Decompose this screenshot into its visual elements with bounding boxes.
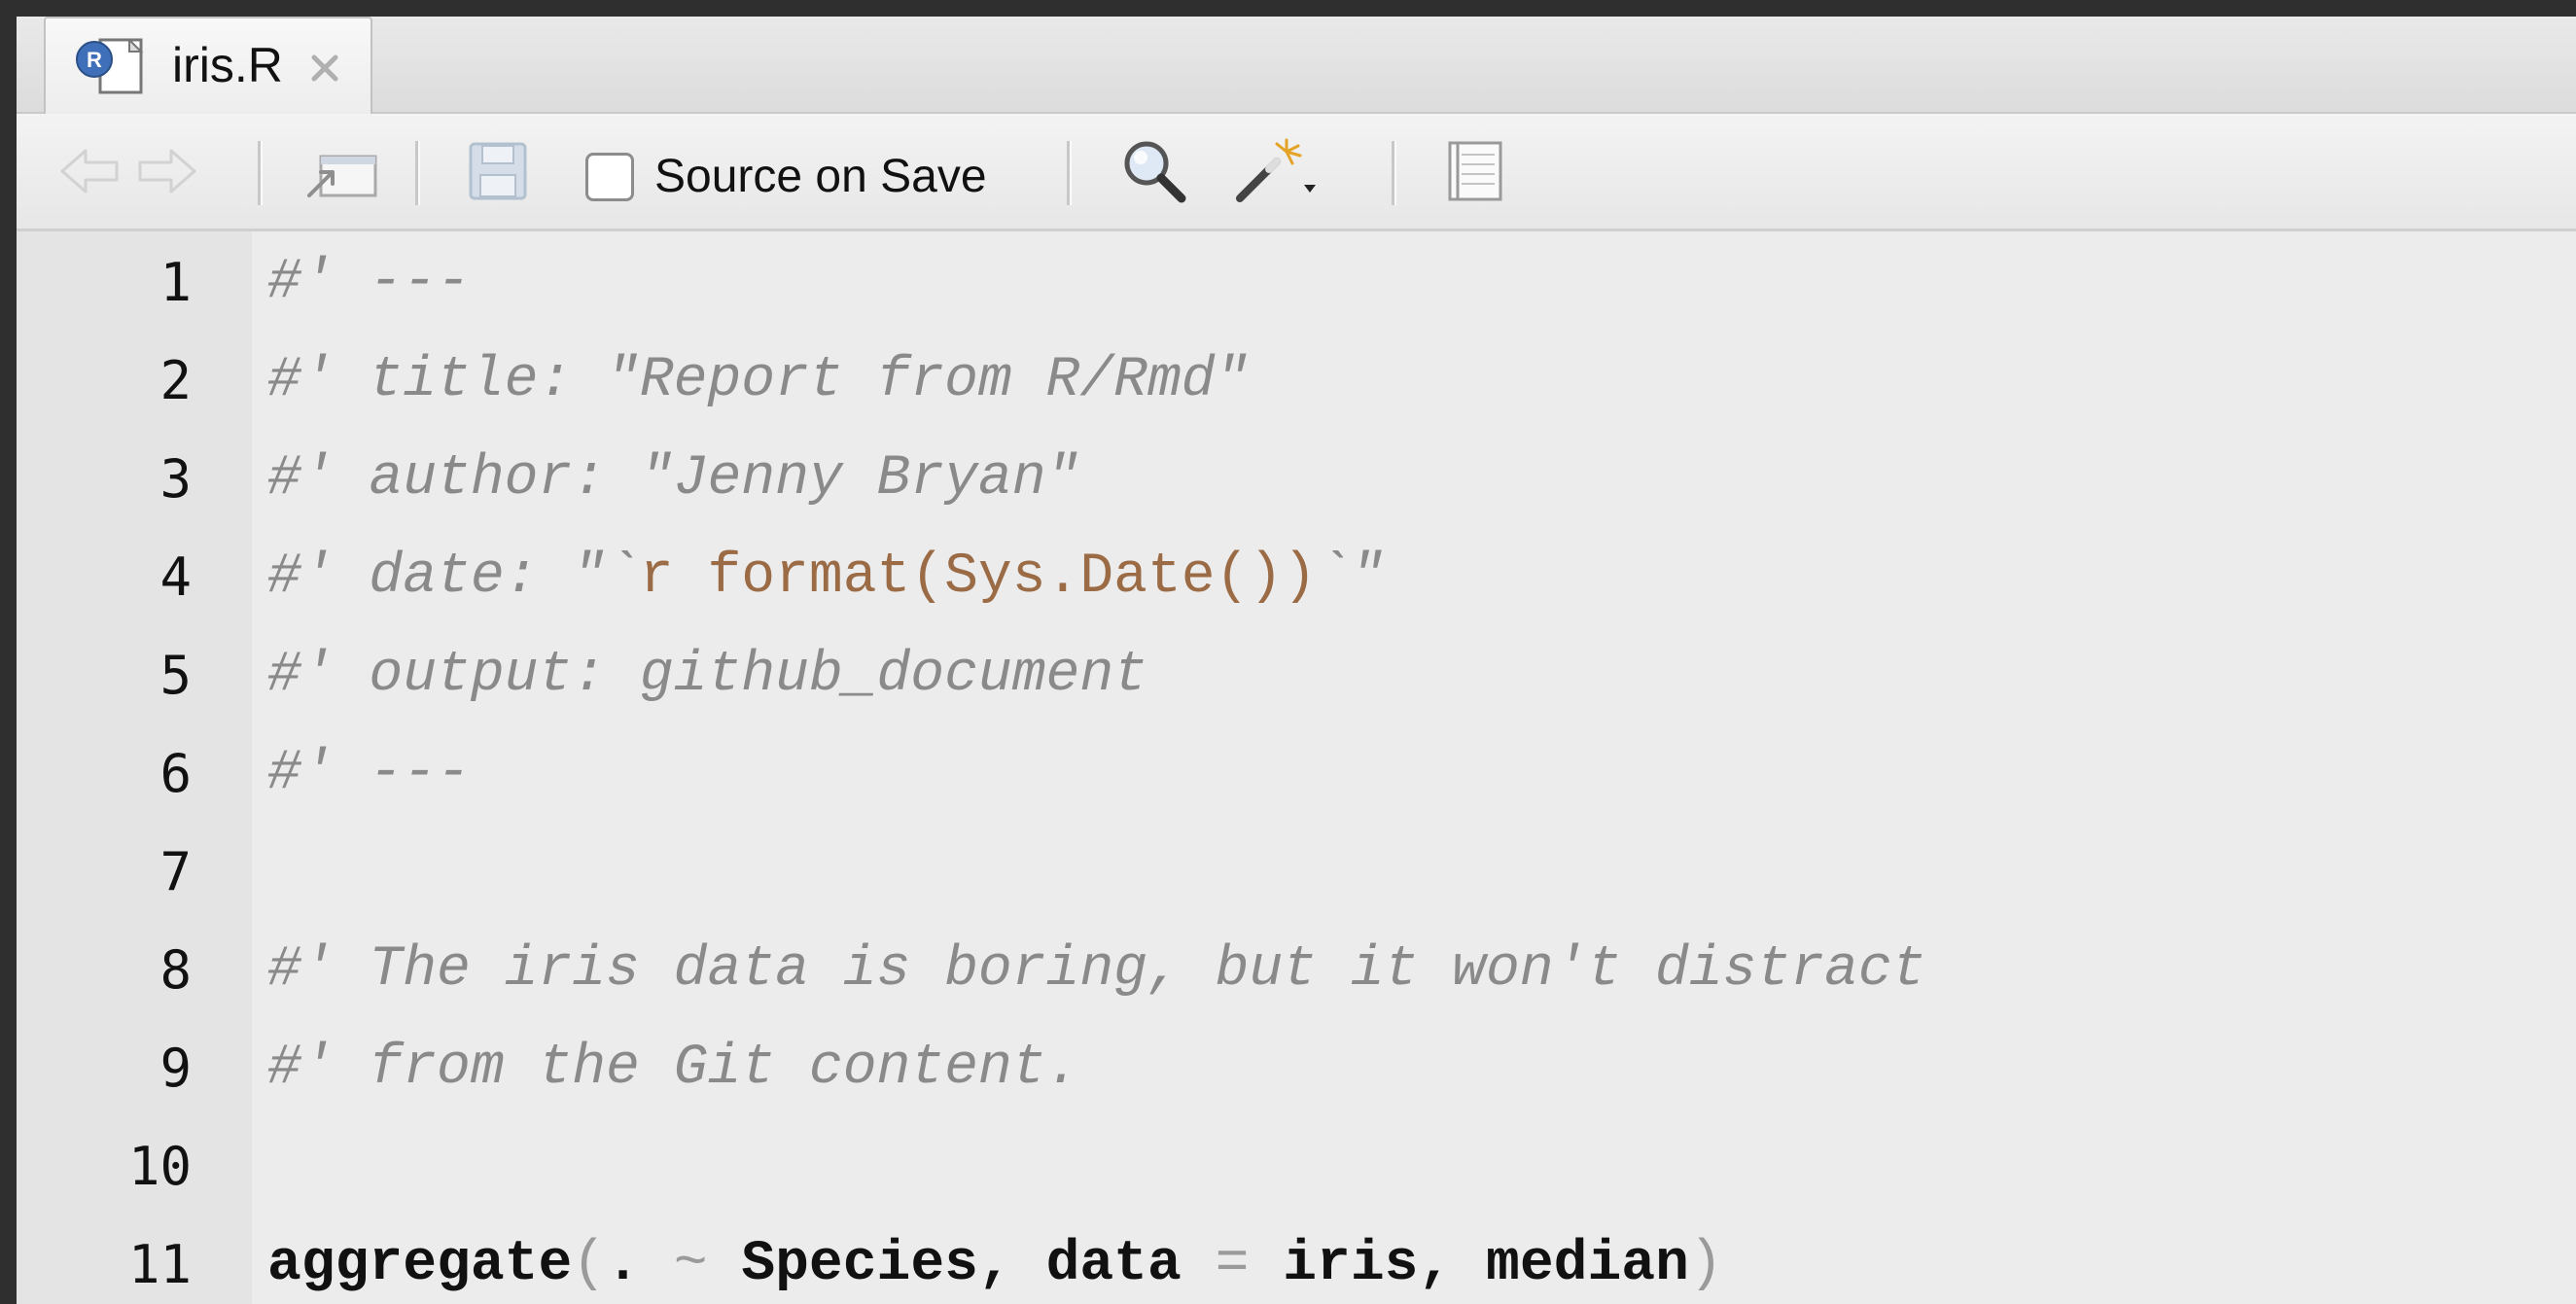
- code-token-fn: iris, median: [1249, 1233, 1689, 1296]
- code-line[interactable]: 8 #' The iris data is boring, but it won'…: [17, 921, 2576, 1019]
- code-token-comment: #' The iris data is boring, but it won't…: [267, 938, 1926, 1002]
- popout-icon: [307, 155, 377, 197]
- code-line[interactable]: 11 aggregate(. ~ Species, data = iris, me…: [17, 1216, 2576, 1304]
- tab-iris-r[interactable]: R iris.R: [44, 17, 372, 114]
- line-code: #' ---: [267, 233, 471, 332]
- code-token-comment: #' ---: [267, 251, 471, 314]
- code-line[interactable]: 4 #' date: "`r format(Sys.Date())`": [17, 528, 2576, 626]
- code-token-op: (: [572, 1233, 607, 1296]
- back-button[interactable]: [55, 114, 124, 229]
- find-replace-button[interactable]: [1115, 114, 1193, 229]
- toolbar-separator: [258, 141, 263, 205]
- save-icon: [469, 142, 527, 200]
- code-token-inline: r format(Sys.Date()): [639, 546, 1317, 609]
- svg-text:R: R: [87, 48, 102, 72]
- line-code: #' output: github_document: [267, 626, 1147, 724]
- close-icon[interactable]: [308, 52, 341, 85]
- code-token-fn: aggregate: [267, 1233, 573, 1296]
- line-code: #' title: "Report from R/Rmd": [267, 332, 1249, 430]
- line-number: 5: [159, 645, 192, 706]
- line-number: 2: [159, 350, 192, 411]
- source-editor-window: R iris.R Source on Save 1 #' --- 2 #' ti…: [17, 17, 2576, 1304]
- toolbar-separator: [1392, 141, 1396, 205]
- code-tools-button[interactable]: [1232, 114, 1320, 229]
- code-token-op: =: [1215, 1233, 1250, 1296]
- line-number: 6: [159, 743, 192, 804]
- source-on-save-checkbox[interactable]: [585, 153, 634, 201]
- line-number: 8: [159, 939, 192, 1001]
- line-number: 4: [159, 546, 192, 608]
- code-token-op: ): [1688, 1233, 1723, 1296]
- code-line[interactable]: 5 #' output: github_document: [17, 626, 2576, 724]
- code-line[interactable]: 3 #' author: "Jenny Bryan": [17, 430, 2576, 528]
- line-number: 10: [127, 1136, 192, 1197]
- magnifier-icon: [1124, 141, 1186, 203]
- line-number: 9: [159, 1038, 192, 1099]
- code-token-comment: #' output: github_document: [267, 644, 1147, 707]
- code-line[interactable]: 7: [17, 823, 2576, 921]
- notebook-icon: [1448, 141, 1502, 201]
- editor-toolbar: Source on Save: [17, 114, 2576, 231]
- line-code: #' date: "`r format(Sys.Date())`": [267, 528, 1385, 626]
- code-editor[interactable]: 1 #' --- 2 #' title: "Report from R/Rmd" 3 #'…: [17, 231, 2576, 1304]
- code-token-comment: #' date: "`: [267, 546, 640, 609]
- line-code: #' ---: [267, 724, 471, 823]
- line-code: #' The iris data is boring, but it won't…: [267, 921, 1925, 1019]
- line-code: aggregate(. ~ Species, data = iris, medi…: [267, 1216, 1723, 1304]
- toolbar-separator: [1067, 141, 1072, 205]
- line-number: 11: [127, 1234, 192, 1295]
- save-button[interactable]: [459, 114, 537, 229]
- code-token-fn: .: [606, 1233, 674, 1296]
- code-token-comment: #' from the Git content.: [267, 1037, 1080, 1100]
- r-file-icon: R: [76, 38, 144, 94]
- compile-notebook-button[interactable]: [1436, 114, 1514, 229]
- code-line[interactable]: 2 #' title: "Report from R/Rmd": [17, 332, 2576, 430]
- tab-label: iris.R: [172, 38, 283, 92]
- code-token-fn: Species, data: [707, 1233, 1216, 1296]
- line-number: 7: [159, 841, 192, 902]
- source-on-save-label: Source on Save: [654, 151, 987, 202]
- toolbar-separator: [415, 141, 420, 205]
- code-token-op: ~: [673, 1233, 708, 1296]
- arrow-left-icon: [60, 149, 119, 194]
- arrow-right-icon: [138, 149, 196, 194]
- forward-button[interactable]: [133, 114, 201, 229]
- code-line[interactable]: 9 #' from the Git content.: [17, 1019, 2576, 1117]
- line-number: 1: [159, 252, 192, 313]
- code-line[interactable]: 1 #' ---: [17, 233, 2576, 332]
- tab-strip: R iris.R: [17, 17, 2576, 114]
- code-token-comment: #' title: "Report from R/Rmd": [267, 349, 1250, 412]
- line-code: #' from the Git content.: [267, 1019, 1079, 1117]
- code-line[interactable]: 10: [17, 1117, 2576, 1216]
- code-token-comment: `": [1317, 546, 1385, 609]
- line-code: #' author: "Jenny Bryan": [267, 430, 1079, 528]
- magic-wand-icon: [1236, 138, 1316, 202]
- code-token-comment: #' author: "Jenny Bryan": [267, 447, 1080, 511]
- show-in-new-window-button[interactable]: [299, 114, 386, 229]
- code-line[interactable]: 6 #' ---: [17, 724, 2576, 823]
- code-token-comment: #' ---: [267, 742, 471, 805]
- line-number: 3: [159, 448, 192, 510]
